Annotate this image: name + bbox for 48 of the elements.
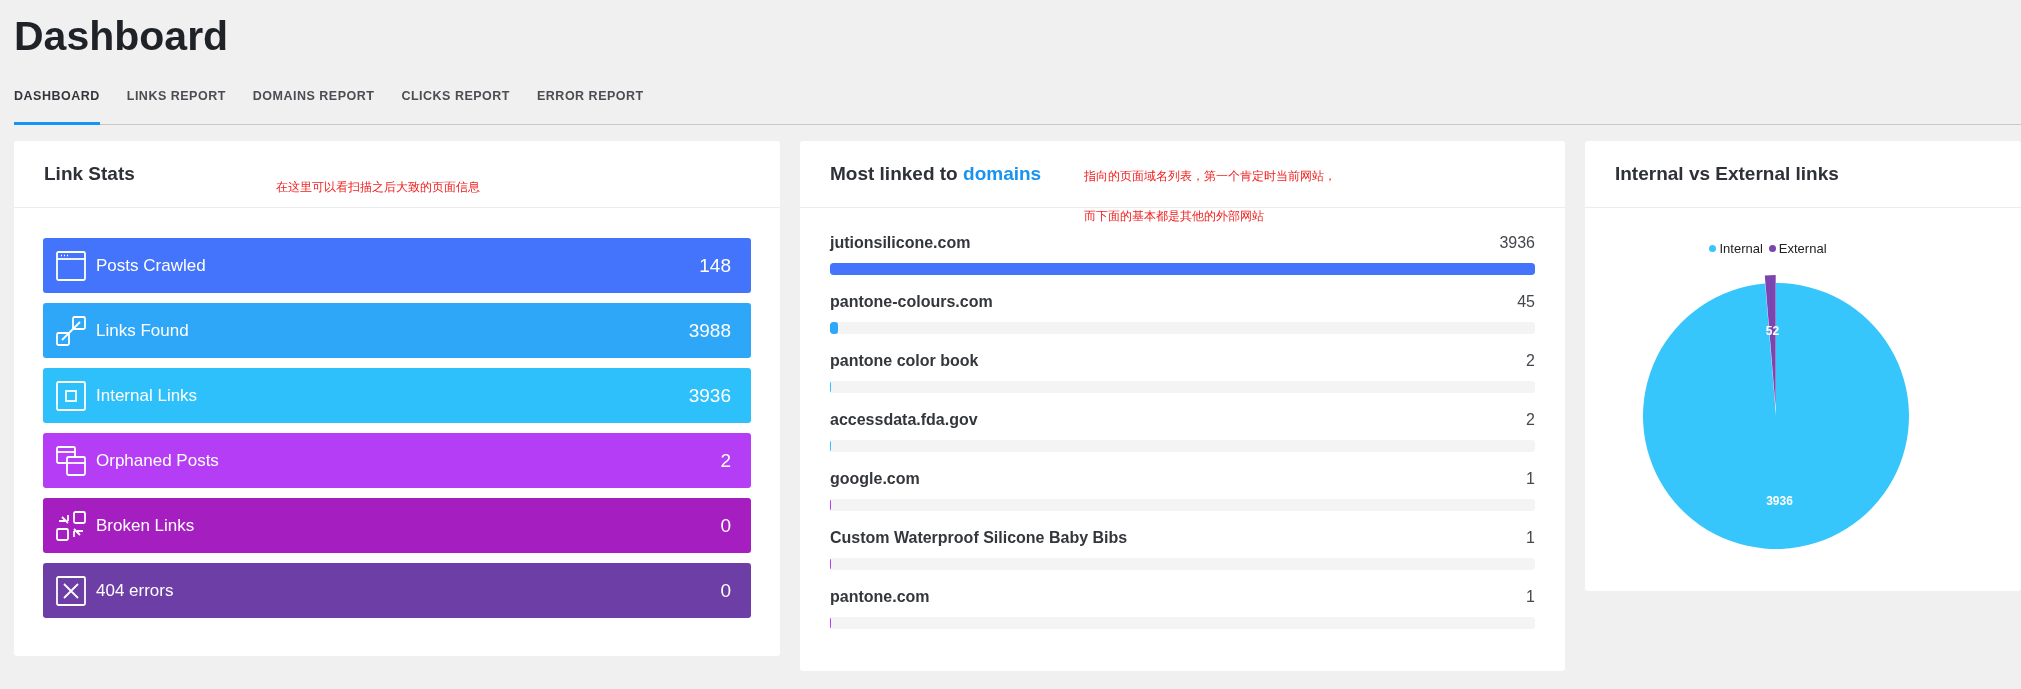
stat-value: 3988 [688, 319, 731, 342]
domain-name: jutionsilicone.com [830, 234, 971, 252]
browser-window-icon [56, 250, 86, 281]
broken-link-icon [56, 510, 86, 541]
stat-label: Internal Links [96, 385, 199, 406]
stat-value: 0 [720, 579, 731, 602]
card-title: Link Stats [44, 163, 135, 185]
domain-count: 1 [1526, 529, 1535, 547]
stat-value: 148 [699, 254, 731, 277]
domain-count: 2 [1526, 411, 1535, 429]
domain-name: accessdata.fda.gov [830, 411, 978, 429]
nav-tab[interactable]: DOMAINS REPORT [252, 89, 375, 125]
data-label: 3936 [1766, 494, 1793, 509]
close-square-icon [56, 575, 86, 606]
domain-name: google.com [830, 470, 920, 488]
domain-name: Custom Waterproof Silicone Baby Bibs [830, 529, 1128, 547]
stat-label: Orphaned Posts [96, 450, 220, 471]
stat-label: 404 errors [96, 580, 175, 601]
domain-name: pantone.com [830, 588, 930, 606]
square-icon [56, 380, 86, 411]
windows-icon [56, 445, 86, 476]
nav-tab[interactable]: LINKS REPORT [126, 89, 226, 125]
card-title: Most linked to [830, 163, 958, 185]
annotation-note: 而下面的基本都是其他的外部网站 [1084, 208, 1264, 225]
page-title: Dashboard [14, 12, 229, 60]
stat-value: 0 [720, 514, 731, 537]
legend-label: External [1778, 241, 1827, 256]
domain-count: 3936 [1499, 234, 1535, 252]
domain-name: pantone-colours.com [830, 293, 993, 311]
domain-count: 1 [1526, 470, 1535, 488]
domain-count: 1 [1526, 588, 1535, 606]
legend-label: Internal [1719, 241, 1763, 256]
link-icon [56, 315, 86, 346]
annotation-note: 在这里可以看扫描之后大致的页面信息 [276, 179, 480, 196]
domain-count: 2 [1526, 352, 1535, 370]
stat-label: Broken Links [96, 515, 196, 536]
nav-tab[interactable]: ERROR REPORT [537, 89, 644, 125]
stat-value: 2 [720, 449, 731, 472]
data-label: 52 [1765, 323, 1780, 338]
annotation-note: 指向的页面域名列表，第一个肯定时当前网站， [1084, 168, 1336, 185]
stat-label: Posts Crawled [96, 255, 207, 276]
stat-label: Links Found [96, 320, 190, 341]
domain-name: pantone color book [830, 352, 979, 370]
nav-tab[interactable]: CLICKS REPORT [401, 89, 510, 125]
nav-tab[interactable]: DASHBOARD [14, 89, 100, 125]
domain-count: 45 [1517, 293, 1535, 311]
stat-value: 3936 [688, 384, 731, 407]
card-title: Internal vs External links [1615, 163, 1839, 185]
